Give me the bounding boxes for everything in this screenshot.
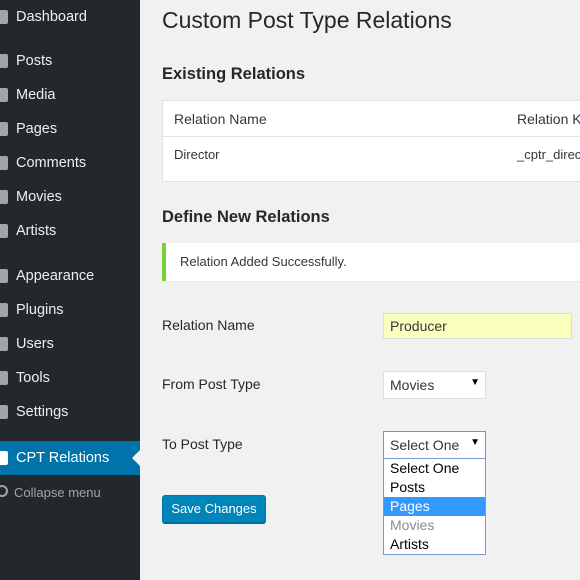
chevron-down-icon: ▼ [470, 377, 480, 388]
users-icon [0, 337, 8, 351]
sidebar-item-label: Comments [16, 155, 87, 171]
sidebar-item-label: CPT Relations [16, 450, 110, 466]
sidebar-item-label: Users [16, 336, 54, 352]
page-icon [0, 122, 8, 136]
sidebar-item-settings[interactable]: Settings [0, 395, 140, 429]
sidebar-item-users[interactable]: Users [0, 327, 140, 361]
sidebar-item-plugins[interactable]: Plugins [0, 293, 140, 327]
sidebar-item-pages[interactable]: Pages [0, 112, 140, 146]
save-changes-button[interactable]: Save Changes [162, 495, 266, 523]
settings-icon [0, 451, 8, 465]
sidebar-item-cpt-relations[interactable]: CPT Relations [0, 441, 140, 475]
sidebar-item-label: Tools [16, 370, 50, 386]
dashboard-icon [0, 10, 8, 24]
chevron-down-icon: ▼ [470, 437, 480, 448]
collapse-menu-label: Collapse menu [14, 485, 101, 500]
dropdown-option-posts[interactable]: Posts [384, 478, 485, 497]
pin-icon [0, 190, 8, 204]
sidebar-item-label: Pages [16, 121, 58, 137]
dropdown-option-artists[interactable]: Artists [384, 535, 485, 554]
sidebar-item-label: Plugins [16, 302, 64, 318]
page-title: Custom Post Type Relations [162, 7, 452, 33]
sidebar-item-label: Posts [16, 53, 53, 69]
dropdown-option-movies: Movies [390, 517, 435, 533]
sidebar-item-posts[interactable]: Posts [0, 44, 140, 78]
sidebar-item-label: Dashboard [16, 9, 87, 25]
define-relations-heading: Define New Relations [162, 208, 330, 226]
from-post-type-value: Movies [390, 377, 435, 393]
sidebar-item-label: Movies [16, 189, 62, 205]
dropdown-option-pages[interactable]: Pages [384, 497, 485, 516]
from-post-type-select[interactable]: Movies ▼ [383, 371, 486, 399]
active-indicator-arrow [132, 450, 140, 466]
relation-name-label: Relation Name [162, 317, 255, 333]
table-divider [163, 136, 580, 137]
table-cell-relation-key: _cptr_direc [517, 147, 580, 162]
existing-relations-heading: Existing Relations [162, 65, 306, 83]
to-post-type-label: To Post Type [162, 436, 243, 452]
to-post-type-select[interactable]: Select One ▼ [383, 431, 486, 459]
brush-icon [0, 269, 8, 283]
pin-icon [0, 54, 8, 68]
column-header-relation-key: Relation K [517, 111, 580, 127]
sidebar-item-media[interactable]: Media [0, 78, 140, 112]
table-cell-relation-name: Director [174, 147, 220, 162]
notice-text: Relation Added Successfully. [180, 254, 347, 269]
sidebar-item-appearance[interactable]: Appearance [0, 259, 140, 293]
sidebar-item-tools[interactable]: Tools [0, 361, 140, 395]
collapse-menu-button[interactable]: Collapse menu [0, 482, 140, 504]
relation-name-input[interactable] [383, 313, 572, 339]
pin-icon [0, 224, 8, 238]
column-header-relation-name: Relation Name [174, 111, 267, 127]
sidebar-item-label: Media [16, 87, 56, 103]
wrench-icon [0, 371, 8, 385]
success-notice: Relation Added Successfully. [162, 243, 580, 281]
sidebar-item-artists[interactable]: Artists [0, 214, 140, 248]
sidebar-item-label: Appearance [16, 268, 95, 284]
to-post-type-dropdown: Select One Posts Pages Movies Artists [383, 458, 486, 555]
sidebar-item-movies[interactable]: Movies [0, 180, 140, 214]
to-post-type-value: Select One [390, 437, 460, 453]
sidebar-item-label: Settings [16, 404, 69, 420]
collapse-icon [0, 485, 8, 497]
settings-icon [0, 405, 8, 419]
sidebar-item-dashboard[interactable]: Dashboard [0, 0, 140, 34]
dropdown-option-select-one[interactable]: Select One [384, 459, 485, 478]
from-post-type-label: From Post Type [162, 376, 261, 392]
relations-table: Relation Name Relation K Director _cptr_… [162, 100, 580, 182]
sidebar-item-comments[interactable]: Comments [0, 146, 140, 180]
plugin-icon [0, 303, 8, 317]
sidebar-item-label: Artists [16, 223, 57, 239]
comment-icon [0, 156, 8, 170]
media-icon [0, 88, 8, 102]
admin-sidebar: Dashboard Posts Media Pages Comments Mov… [0, 0, 140, 580]
